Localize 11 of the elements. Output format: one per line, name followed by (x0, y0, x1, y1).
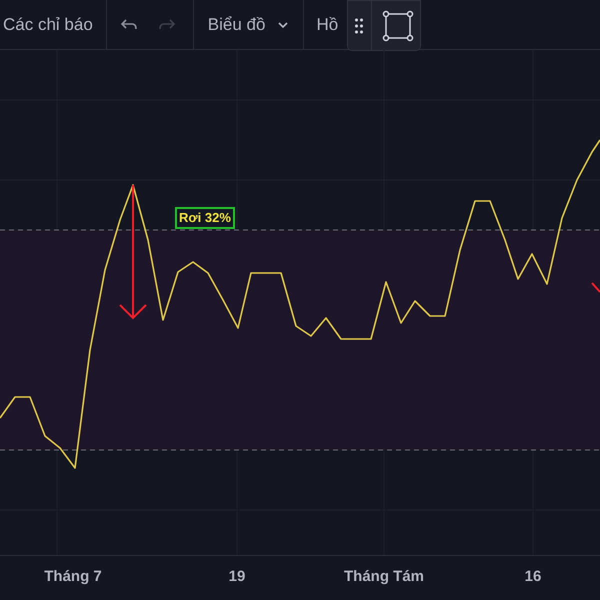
drop-label: Rơi 32% (175, 207, 235, 229)
chart-type-button[interactable]: Biểu đồ (194, 0, 304, 49)
toolbar-item[interactable]: Hồ (304, 0, 338, 49)
drag-handle-icon[interactable] (355, 18, 363, 34)
axis-label: Tháng 7 (44, 567, 102, 587)
indicators-button[interactable]: Các chỉ báo (0, 0, 96, 49)
axis-label: 19 (228, 567, 246, 587)
axis-label: Tháng Tám (344, 567, 424, 587)
axis-label: 16 (524, 567, 542, 587)
chevron-down-icon (277, 20, 290, 28)
rectangle-tool-icon[interactable] (382, 10, 414, 42)
